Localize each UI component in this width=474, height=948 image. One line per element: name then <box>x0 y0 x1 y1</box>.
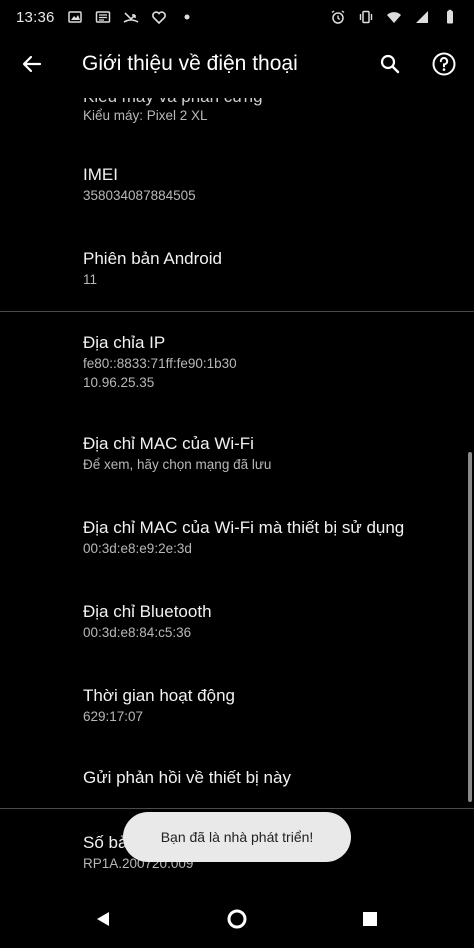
model-summary: Kiểu máy: Pixel 2 XL <box>83 108 208 123</box>
android-version-value: 11 <box>83 272 98 287</box>
page-title: Giới thiệu về điện thoại <box>82 52 298 75</box>
wifi-icon <box>386 9 402 25</box>
android-version-item[interactable]: Phiên bản Android 11 <box>83 248 454 289</box>
nav-recents-icon <box>361 910 379 933</box>
send-feedback-item[interactable]: Gửi phản hồi về thiết bị này <box>83 767 454 789</box>
uptime-item[interactable]: Thời gian hoạt động 629:17:07 <box>83 685 454 726</box>
divider <box>0 808 474 809</box>
device-wifi-mac-item[interactable]: Địa chỉ MAC của Wi-Fi mà thiết bị sử dụn… <box>83 517 454 558</box>
model-item[interactable]: Kiểu máy: Pixel 2 XL <box>83 106 454 125</box>
search-button[interactable] <box>372 48 408 84</box>
app-bar: Giới thiệu về điện thoại <box>0 34 474 98</box>
scrollbar[interactable] <box>468 452 472 802</box>
toast-message: Bạn đã là nhà phát triển! <box>160 829 314 845</box>
status-left: 13:36 <box>16 9 195 26</box>
uptime-title: Thời gian hoạt động <box>83 686 235 705</box>
device-wifi-mac-value: 00:3d:e8:e9:2e:3d <box>83 541 192 556</box>
messages-icon <box>95 9 111 25</box>
imei-value: 358034087884505 <box>83 188 196 203</box>
wifi-mac-title: Địa chỉ MAC của Wi-Fi <box>83 434 254 453</box>
heart-icon <box>151 9 167 25</box>
android-version-title: Phiên bản Android <box>83 249 222 268</box>
ip-address-value-1: fe80::8833:71ff:fe90:1b30 <box>83 356 237 371</box>
ip-address-value-2: 10.96.25.35 <box>83 375 155 390</box>
device-wifi-mac-title: Địa chỉ MAC của Wi-Fi mà thiết bị sử dụn… <box>83 518 405 537</box>
ip-address-item[interactable]: Địa chỉa IP fe80::8833:71ff:fe90:1b30 10… <box>83 332 454 392</box>
nav-recents-button[interactable] <box>355 906 385 936</box>
uptime-value: 629:17:07 <box>83 709 144 724</box>
divider <box>0 311 474 312</box>
arrow-back-icon <box>20 52 44 81</box>
bluetooth-address-value: 00:3d:e8:84:c5:36 <box>83 625 192 640</box>
alarm-icon <box>330 9 346 25</box>
status-bar: 13:36 <box>0 0 474 34</box>
vibrate-icon <box>358 9 374 25</box>
navigation-bar <box>0 894 474 948</box>
bluetooth-address-title: Địa chỉ Bluetooth <box>83 602 212 621</box>
signal-icon <box>414 9 430 25</box>
wifi-mac-item[interactable]: Địa chỉ MAC của Wi-Fi Để xem, hãy chọn m… <box>83 433 454 474</box>
help-icon <box>431 51 457 82</box>
send-feedback-title: Gửi phản hồi về thiết bị này <box>83 768 291 787</box>
bluetooth-address-item[interactable]: Địa chỉ Bluetooth 00:3d:e8:84:c5:36 <box>83 601 454 642</box>
imei-item[interactable]: IMEI 358034087884505 <box>83 164 454 205</box>
search-icon <box>378 52 402 81</box>
imei-title: IMEI <box>83 165 118 184</box>
ip-address-title: Địa chỉa IP <box>83 333 166 352</box>
battery-icon <box>442 9 458 25</box>
gallery-icon <box>67 9 83 25</box>
settings-list[interactable]: Kiểu máy và phần cứng Kiểu máy: Pixel 2 … <box>0 98 474 894</box>
nav-home-button[interactable] <box>222 906 252 936</box>
status-right <box>330 9 458 25</box>
nav-home-icon <box>226 908 248 935</box>
dot-icon <box>179 9 195 25</box>
help-button[interactable] <box>426 48 462 84</box>
status-time: 13:36 <box>16 8 55 26</box>
missed-call-icon <box>123 9 139 25</box>
wifi-mac-summary: Để xem, hãy chọn mạng đã lưu <box>83 457 272 472</box>
nav-back-icon <box>94 909 114 934</box>
developer-toast: Bạn đã là nhà phát triển! <box>123 812 351 862</box>
nav-back-button[interactable] <box>89 906 119 936</box>
back-button[interactable] <box>14 48 50 84</box>
